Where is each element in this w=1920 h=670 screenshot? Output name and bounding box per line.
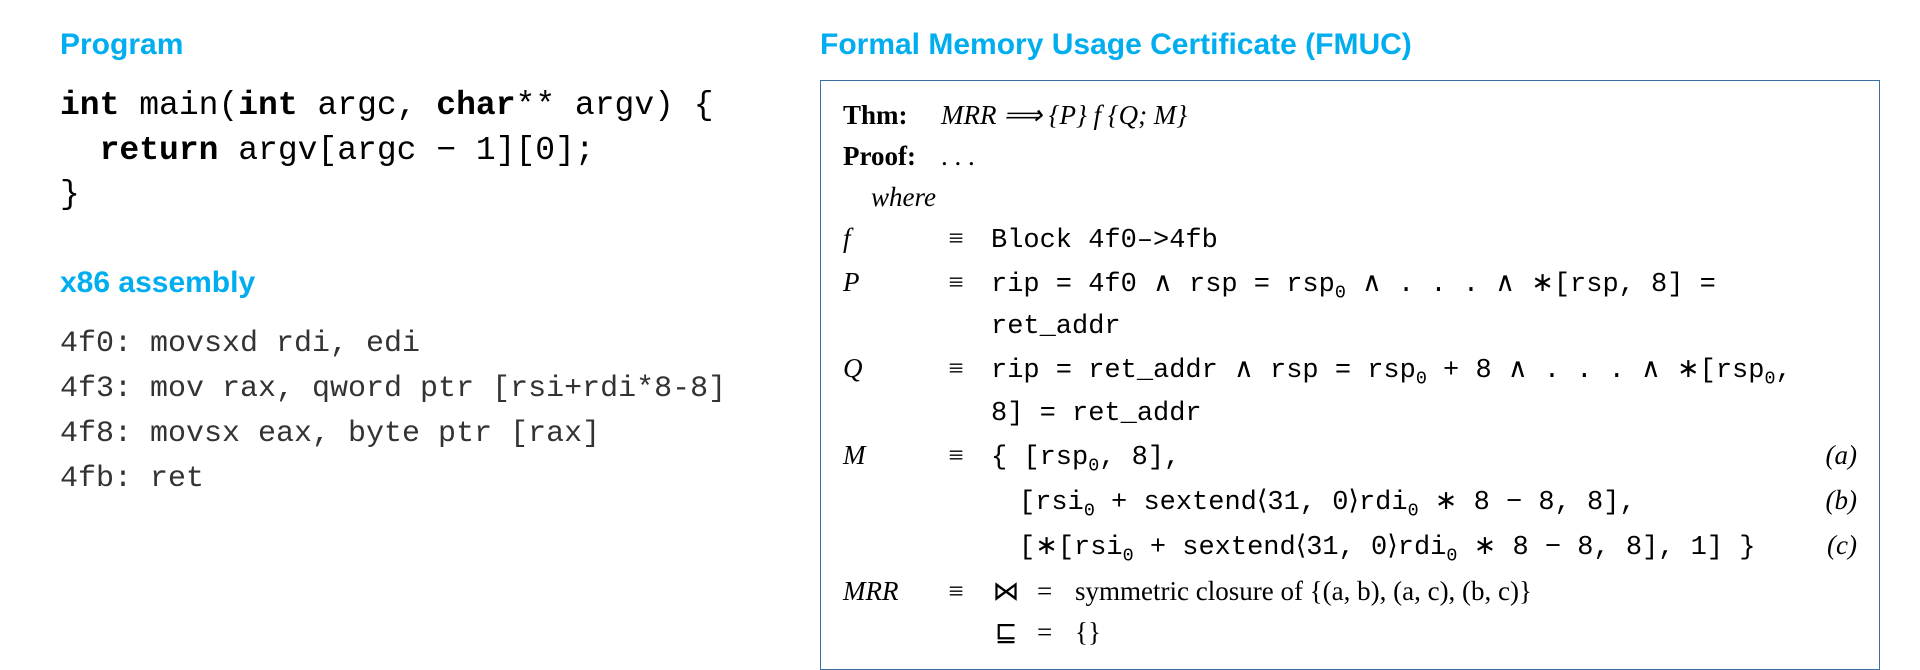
c-source-code: int main(int argc, char** argv) { return… bbox=[60, 84, 780, 218]
keyword-return: return bbox=[100, 132, 219, 169]
bowtie-symbol: ⋈ bbox=[991, 571, 1021, 612]
equiv-symbol: ≡ bbox=[941, 262, 971, 303]
symbol-m: M bbox=[843, 435, 921, 476]
f-body: Block 4f0–>4fb bbox=[991, 221, 1797, 262]
sqsubset-symbol: ⊑ bbox=[991, 612, 1021, 653]
subscript-zero: 0 bbox=[1084, 500, 1095, 521]
tag-c: (c) bbox=[1817, 525, 1857, 566]
bowtie-body: symmetric closure of {(a, b), (a, c), (b… bbox=[1075, 571, 1532, 612]
subscript-zero: 0 bbox=[1335, 283, 1346, 304]
mrr-bowtie-row: ⋈ = symmetric closure of {(a, b), (a, c)… bbox=[991, 571, 1797, 612]
fmuc-box: Thm: MRR ⟹ {P} f {Q; M} Proof: . . . whe… bbox=[820, 80, 1880, 670]
subscript-zero: 0 bbox=[1123, 546, 1134, 567]
bowtie-text: symmetric closure of {(a, b), (a, c), (b… bbox=[1075, 576, 1532, 606]
def-m-line3: [∗[rsi0 + sextend⟨31, 0⟩rdi0 ∗ 8 − 8, 8]… bbox=[843, 525, 1857, 570]
mrr-body: ⋈ = symmetric closure of {(a, b), (a, c)… bbox=[991, 571, 1797, 653]
code-text: main( bbox=[119, 87, 238, 124]
code-text: argc, bbox=[298, 87, 437, 124]
equiv-symbol: ≡ bbox=[941, 435, 971, 476]
symbol-p: P bbox=[843, 262, 921, 303]
subscript-zero: 0 bbox=[1764, 369, 1775, 390]
thm-body: MRR ⟹ {P} f {Q; M} bbox=[941, 95, 1857, 136]
heading-program: Program bbox=[60, 28, 780, 62]
tag-b: (b) bbox=[1817, 480, 1857, 521]
symbol-mrr: MRR bbox=[843, 571, 921, 612]
code-indent bbox=[60, 132, 100, 169]
code-text: ** argv) { bbox=[516, 87, 714, 124]
subscript-zero: 0 bbox=[1446, 546, 1457, 567]
proof-body: . . . bbox=[941, 136, 1857, 177]
left-column: Program int main(int argc, char** argv) … bbox=[60, 28, 810, 595]
symbol-q: Q bbox=[843, 348, 921, 389]
m-line3-post: ∗ 8 − 8, 8], 1] } bbox=[1457, 533, 1755, 563]
asm-listing: 4f0: movsxd rdi, edi 4f3: mov rax, qword… bbox=[60, 322, 780, 502]
equiv-symbol: ≡ bbox=[941, 348, 971, 389]
symbol-f: f bbox=[843, 218, 921, 259]
def-q: Q ≡ rip = ret_addr ∧ rsp = rsp0 + 8 ∧ . … bbox=[843, 348, 1857, 434]
heading-x86-assembly: x86 assembly bbox=[60, 266, 780, 300]
code-text: argv[argc − 1][0]; bbox=[218, 132, 594, 169]
m-line2-pre: [rsi bbox=[1019, 488, 1084, 518]
subscript-zero: 0 bbox=[1408, 500, 1419, 521]
keyword-int: int bbox=[238, 87, 297, 124]
asm-line: 4fb: ret bbox=[60, 462, 204, 496]
asm-line: 4f0: movsxd rdi, edi bbox=[60, 327, 420, 361]
def-m-line1: M ≡ { [rsp0, 8], (a) bbox=[843, 435, 1857, 480]
keyword-char: char bbox=[436, 87, 515, 124]
equals-symbol: = bbox=[1037, 571, 1059, 612]
subscript-zero: 0 bbox=[1088, 455, 1099, 476]
q-body: rip = ret_addr ∧ rsp = rsp0 + 8 ∧ . . . … bbox=[991, 351, 1797, 434]
equiv-symbol: ≡ bbox=[941, 571, 971, 612]
keyword-int: int bbox=[60, 87, 119, 124]
subscript-zero: 0 bbox=[1416, 369, 1427, 390]
equiv-symbol: ≡ bbox=[941, 218, 971, 259]
m-line2-mid: + sextend⟨31, 0⟩rdi bbox=[1095, 488, 1408, 518]
def-m-line2: [rsi0 + sextend⟨31, 0⟩rdi0 ∗ 8 − 8, 8], … bbox=[843, 480, 1857, 525]
def-p: P ≡ rip = 4f0 ∧ rsp = rsp0 ∧ . . . ∧ ∗[r… bbox=[843, 262, 1857, 348]
equals-symbol: = bbox=[1037, 612, 1059, 653]
m-line1-close: , 8], bbox=[1099, 443, 1180, 473]
asm-line: 4f3: mov rax, qword ptr [rsi+rdi*8-8] bbox=[60, 372, 726, 406]
m-body-1: { [rsp0, 8], bbox=[991, 438, 1797, 480]
proof-label: Proof: bbox=[843, 136, 921, 177]
p-body-pre: rip = 4f0 ∧ rsp = rsp bbox=[991, 270, 1335, 300]
def-f: f ≡ Block 4f0–>4fb bbox=[843, 218, 1857, 262]
m-line1-open: { [rsp bbox=[991, 443, 1088, 473]
m-line3-mid: + sextend⟨31, 0⟩rdi bbox=[1134, 533, 1447, 563]
figure-root: Program int main(int argc, char** argv) … bbox=[0, 0, 1920, 595]
q-body-mid: + 8 ∧ . . . ∧ ∗[rsp bbox=[1427, 356, 1765, 386]
right-column: Formal Memory Usage Certificate (FMUC) T… bbox=[810, 28, 1880, 595]
m-body-2: [rsi0 + sextend⟨31, 0⟩rdi0 ∗ 8 − 8, 8], bbox=[991, 483, 1797, 525]
q-body-pre: rip = ret_addr ∧ rsp = rsp bbox=[991, 356, 1416, 386]
def-mrr: MRR ≡ ⋈ = symmetric closure of {(a, b), … bbox=[843, 571, 1857, 653]
heading-fmuc: Formal Memory Usage Certificate (FMUC) bbox=[820, 28, 1880, 62]
asm-line: 4f8: movsx eax, byte ptr [rax] bbox=[60, 417, 600, 451]
p-body: rip = 4f0 ∧ rsp = rsp0 ∧ . . . ∧ ∗[rsp, … bbox=[991, 265, 1797, 348]
m-line3-pre: [∗[rsi bbox=[1019, 533, 1123, 563]
tag-a: (a) bbox=[1817, 435, 1857, 476]
sqsub-body: {} bbox=[1075, 612, 1101, 653]
thm-row: Thm: MRR ⟹ {P} f {Q; M} bbox=[843, 95, 1857, 136]
mrr-sqsub-row: ⊑ = {} bbox=[991, 612, 1797, 653]
m-body-3: [∗[rsi0 + sextend⟨31, 0⟩rdi0 ∗ 8 − 8, 8]… bbox=[991, 528, 1797, 570]
proof-row: Proof: . . . bbox=[843, 136, 1857, 177]
code-text: } bbox=[60, 176, 80, 213]
where-label: where bbox=[843, 177, 1857, 218]
thm-label: Thm: bbox=[843, 95, 921, 136]
m-line2-post: ∗ 8 − 8, 8], bbox=[1419, 488, 1636, 518]
